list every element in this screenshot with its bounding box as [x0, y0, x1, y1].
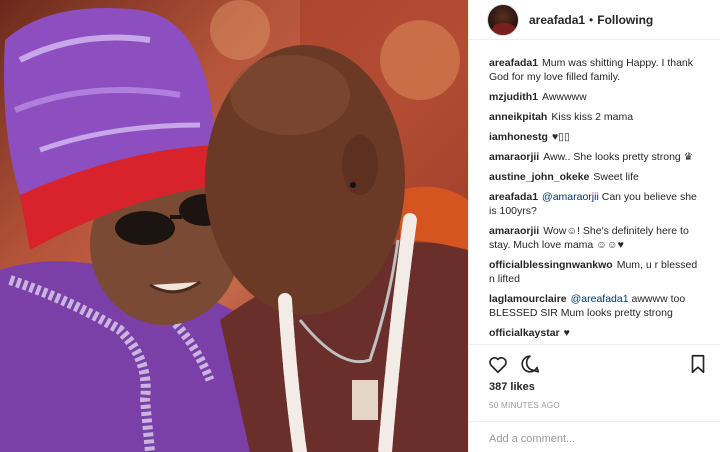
comment-username[interactable]: areafada1: [489, 57, 538, 69]
comment-item: amaraorjii Wow☺! She's definitely here to…: [489, 224, 703, 252]
comment-item: laglamourclaire @areafada1 awwww too BLES…: [489, 292, 703, 320]
comment-text: ♥▯▯: [551, 131, 570, 143]
comment-item: austine_john_okeke Sweet life: [489, 170, 703, 184]
comment-username[interactable]: amaraorjii: [489, 151, 539, 163]
actions-bar: 387 likes 50 MINUTES AGO: [469, 344, 720, 452]
comment-input[interactable]: [489, 432, 699, 445]
comment-username[interactable]: iamhonestg: [489, 131, 548, 143]
post-photo[interactable]: [0, 0, 468, 452]
comment-username[interactable]: anneikpitah: [489, 111, 547, 123]
comment-item: iamhonestg ♥▯▯: [489, 130, 703, 144]
likes-count[interactable]: 387 likes: [489, 381, 535, 393]
comment-username[interactable]: laglamourclaire: [489, 293, 567, 305]
comment-text: Sweet life: [593, 171, 639, 183]
instagram-post: areafada1 • Following areafada1 Mum was s…: [0, 0, 720, 452]
action-row: [487, 353, 709, 375]
comment-username[interactable]: austine_john_okeke: [489, 171, 589, 183]
post-side-panel: areafada1 • Following areafada1 Mum was s…: [468, 0, 720, 452]
comment-item: areafada1 @amaraorjii Can you believe she…: [489, 190, 703, 218]
header-separator: •: [589, 12, 594, 27]
comment-username[interactable]: mzjudith1: [489, 91, 538, 103]
comment-text: ♥: [563, 327, 570, 339]
comment-text: Kiss kiss 2 mama: [551, 111, 634, 123]
post-photo-illustration: [0, 0, 468, 452]
comment-mention[interactable]: @amaraorjii: [542, 191, 599, 203]
comment-text: Awwwww: [542, 91, 587, 103]
comment-item: areafada1 Mum was shitting Happy. I thank…: [489, 56, 703, 84]
post-timestamp: 50 MINUTES AGO: [489, 401, 560, 410]
speech-bubble-icon[interactable]: [519, 353, 541, 375]
comment-username[interactable]: officialkaystar: [489, 327, 560, 339]
comment-item: officialkaystar ♥: [489, 326, 703, 340]
comment-item: mzjudith1 Awwwww: [489, 90, 703, 104]
bookmark-icon[interactable]: [687, 353, 709, 375]
comments-list: areafada1 Mum was shitting Happy. I thank…: [469, 48, 720, 344]
add-comment-area: [469, 421, 720, 452]
comment-mention[interactable]: @areafada1: [571, 293, 629, 305]
comment-username[interactable]: areafada1: [489, 191, 538, 203]
post-header: areafada1 • Following: [469, 0, 720, 40]
comment-text: Aww.. She looks pretty strong ♛: [543, 151, 694, 163]
header-username[interactable]: areafada1: [529, 13, 585, 27]
comment-username[interactable]: amaraorjii: [489, 225, 539, 237]
comment-item: amaraorjii Aww.. She looks pretty strong …: [489, 150, 703, 164]
following-button[interactable]: Following: [597, 13, 653, 27]
avatar[interactable]: [487, 3, 519, 36]
heart-outline-icon[interactable]: [487, 353, 509, 375]
comment-item: officialblessingnwankwo Mum, u r blessed …: [489, 258, 703, 286]
comment-username[interactable]: officialblessingnwankwo: [489, 259, 613, 271]
comment-item: anneikpitah Kiss kiss 2 mama: [489, 110, 703, 124]
